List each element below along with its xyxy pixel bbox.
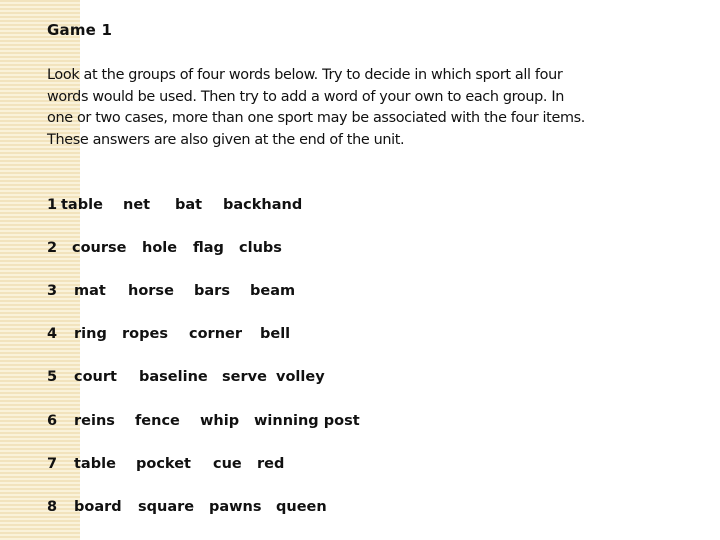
group-word: fence <box>135 413 180 429</box>
group-word: table <box>74 456 116 472</box>
group-word: beam <box>250 283 296 299</box>
group-word: square <box>138 499 195 515</box>
group-word: court <box>74 369 117 385</box>
group-word: pawns <box>209 499 262 515</box>
group-number: 4 <box>47 326 58 342</box>
group-word: horse <box>128 283 174 299</box>
instructions-paragraph: Look at the groups of four words below. … <box>47 67 586 148</box>
group-word: volley <box>276 369 325 385</box>
group-word: baseline <box>139 369 208 385</box>
group-word: mat <box>74 283 106 299</box>
group-word: clubs <box>239 240 282 256</box>
group-word: whip <box>200 413 240 429</box>
group-word: bell <box>260 326 291 342</box>
group-word: ring <box>74 326 107 342</box>
group-word: corner <box>189 326 243 342</box>
group-number: 5 <box>47 369 58 385</box>
group-word: hole <box>142 240 178 256</box>
group-word: bat <box>175 197 203 213</box>
group-word: red <box>257 456 285 472</box>
group-word: ropes <box>122 326 168 342</box>
group-number: 8 <box>47 499 58 515</box>
group-word: table <box>61 197 103 213</box>
group-word: board <box>74 499 122 515</box>
group-word: serve <box>222 369 267 385</box>
group-word: bars <box>194 283 230 299</box>
group-word: reins <box>74 413 115 429</box>
group-word: net <box>123 197 151 213</box>
group-number: 6 <box>47 413 58 429</box>
group-word: pocket <box>136 456 191 472</box>
group-word: course <box>72 240 127 256</box>
page-title: Game 1 <box>47 21 113 39</box>
group-word: cue <box>213 456 242 472</box>
group-number: 7 <box>47 456 58 472</box>
group-number: 3 <box>47 283 58 299</box>
group-word: backhand <box>223 197 303 213</box>
group-word: winning post <box>254 413 360 429</box>
group-number: 2 <box>47 240 58 256</box>
group-word: flag <box>193 240 224 256</box>
group-number: 1 <box>47 197 58 213</box>
group-word: queen <box>276 499 327 515</box>
